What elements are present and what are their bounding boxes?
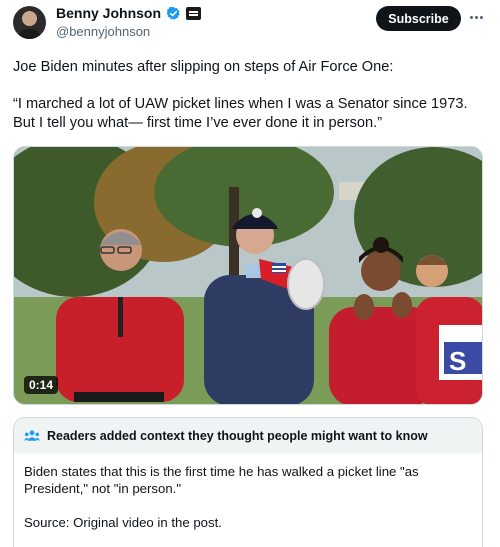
author-avatar[interactable] [13,6,46,39]
picket-sign-text: S [449,346,466,376]
more-options-icon[interactable] [467,9,485,25]
community-note-body: Biden states that this is the first time… [14,453,482,541]
video-frame: S [14,147,482,404]
author-name-row: Benny Johnson [56,5,202,21]
community-note-header: Readers added context they thought peopl… [14,418,482,453]
subscribe-button[interactable]: Subscribe [376,6,461,31]
community-note-text: Biden states that this is the first time… [24,464,419,496]
author-display-name[interactable]: Benny Johnson [56,5,161,21]
verified-badge-icon [166,6,180,20]
video-player[interactable]: S 0:14 [13,146,483,405]
people-icon [24,429,40,441]
affiliate-badge-icon[interactable] [186,6,202,20]
video-duration: 0:14 [24,376,59,394]
post-text-line1: Joe Biden minutes after slipping on step… [13,59,394,75]
post-header: Benny Johnson @bennyjohnson Subscribe [0,0,500,50]
community-note: Readers added context they thought peopl… [13,417,483,547]
post-text: Joe Biden minutes after slipping on step… [13,58,487,133]
post-text-quote: “I marched a lot of UAW picket lines whe… [13,96,468,131]
community-note-source[interactable]: Source: Original video in the post. [24,514,472,531]
picket-sign: S [439,325,482,380]
author-handle[interactable]: @bennyjohnson [56,24,150,39]
community-note-title: Readers added context they thought peopl… [47,428,428,443]
